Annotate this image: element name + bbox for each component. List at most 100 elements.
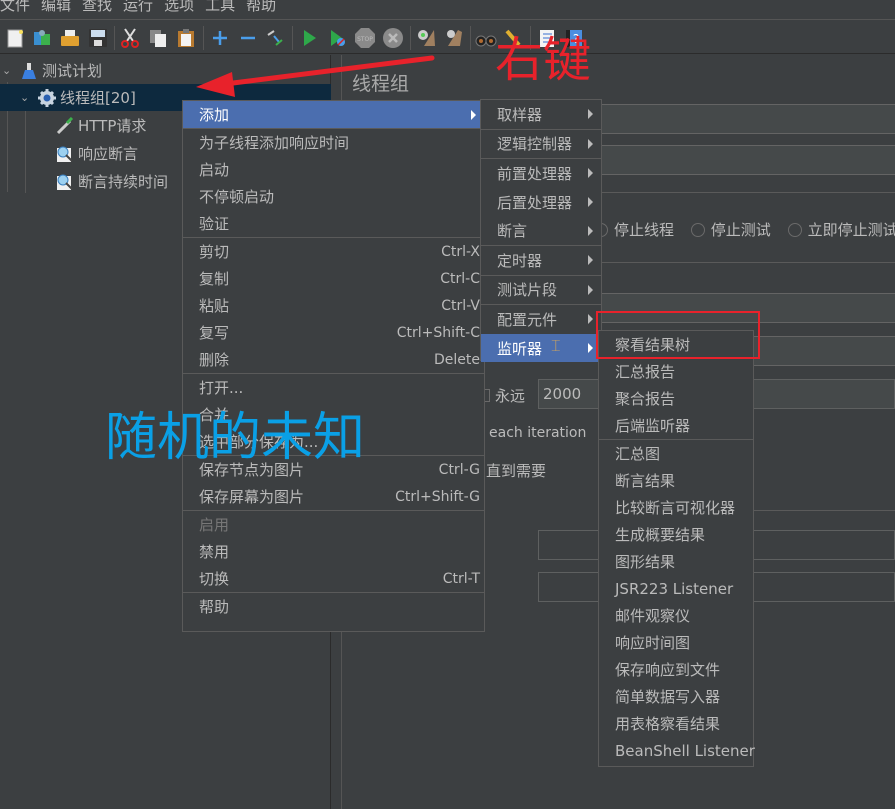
menu-item-shortcut: Ctrl+Shift-G [395, 488, 480, 505]
clear-icon[interactable] [415, 27, 437, 49]
tree-item-test-plan[interactable]: ⌄ 测试计划 [2, 57, 102, 84]
listener-menu-item[interactable]: 图形结果 [599, 548, 753, 575]
menu-item-label: 响应时间图 [615, 634, 691, 652]
add-submenu-item[interactable]: 监听器 [481, 333, 601, 363]
menu-item-label: 复写 [199, 324, 230, 342]
add-submenu-item[interactable]: 测试片段 [481, 276, 601, 305]
save-icon[interactable] [87, 27, 109, 49]
listener-menu-item[interactable]: 邮件观察仪 [599, 602, 753, 629]
menu-run[interactable]: 运行 [123, 0, 153, 13]
context-menu-item[interactable]: 粘贴 Ctrl-V [183, 292, 484, 319]
toggle-icon[interactable] [264, 27, 286, 49]
collapse-icon[interactable] [237, 27, 259, 49]
add-submenu-item[interactable]: 逻辑控制器 [481, 130, 601, 159]
svg-text:STOP: STOP [357, 36, 373, 43]
expand-icon[interactable] [209, 27, 231, 49]
start-icon[interactable] [298, 27, 320, 49]
forever-checkbox-row[interactable]: 永远 [484, 385, 525, 406]
add-submenu-item[interactable]: 定时器 [481, 246, 601, 275]
menu-item-label: 取样器 [497, 105, 543, 124]
listener-menu-item[interactable]: 断言结果 [599, 467, 753, 494]
tree-item-label: 测试计划 [42, 62, 103, 80]
text-cursor-icon: ⌶ [551, 336, 561, 355]
add-submenu-item[interactable]: 断言 [481, 216, 601, 245]
menu-item-label: 简单数据写入器 [615, 688, 721, 706]
context-menu-item[interactable]: 保存屏幕为图片 Ctrl+Shift-G [183, 483, 484, 510]
chevron-down-icon[interactable]: ⌄ [20, 91, 32, 104]
copy-icon[interactable] [147, 27, 169, 49]
context-menu-item[interactable]: 添加 [183, 101, 484, 128]
new-icon[interactable] [4, 27, 26, 49]
context-menu-item[interactable]: 启动 [183, 156, 484, 183]
listener-menu-item[interactable]: 简单数据写入器 [599, 683, 753, 710]
chevron-down-icon[interactable]: ⌄ [2, 64, 14, 77]
listener-menu-item[interactable]: 保存响应到文件 [599, 656, 753, 683]
add-submenu-item[interactable]: 取样器 [481, 100, 601, 129]
add-submenu-item[interactable]: 配置元件 [481, 305, 601, 334]
tree-item-response-assertion[interactable]: 响应断言 [56, 140, 138, 167]
toolbar: STOP ? [0, 20, 895, 54]
menu-help[interactable]: 帮助 [246, 0, 276, 13]
loop-count-value: 2000 [543, 385, 582, 403]
listener-menu-item[interactable]: 比较断言可视化器 [599, 494, 753, 521]
context-menu-item[interactable]: 切换 Ctrl-T [183, 565, 484, 592]
annotation-highlight-box [596, 311, 760, 359]
menu-item-label: 粘贴 [199, 297, 230, 315]
menu-search[interactable]: 查找 [82, 0, 112, 13]
clear-all-icon[interactable] [443, 27, 465, 49]
paste-icon[interactable] [175, 27, 197, 49]
context-menu: 添加 为子线程添加响应时间 启动 不停顿启动 验证 剪切 Ctrl-X 复制 Ctrl-C 粘贴 C… [182, 100, 485, 632]
menu-item-label: 添加 [199, 106, 230, 124]
listener-menu-item[interactable]: 聚合报告 [599, 385, 753, 412]
context-menu-item: 启用 [183, 511, 484, 538]
context-menu-item[interactable]: 复写 Ctrl+Shift-C [183, 319, 484, 346]
listener-menu-item[interactable]: 生成概要结果 [599, 521, 753, 548]
stop-icon[interactable]: STOP [354, 27, 376, 49]
context-menu-item[interactable]: 复制 Ctrl-C [183, 265, 484, 292]
context-menu-item[interactable]: 禁用 [183, 538, 484, 565]
menu-item-label: 切换 [199, 570, 230, 588]
shutdown-icon[interactable] [382, 27, 404, 49]
search-icon[interactable] [475, 27, 497, 49]
menu-tools[interactable]: 工具 [205, 0, 235, 13]
tree-item-duration-assertion[interactable]: 断言持续时间 [56, 168, 168, 195]
listener-menu-item[interactable]: 汇总报告 [599, 358, 753, 385]
listener-menu-item[interactable]: 后端监听器 [599, 412, 753, 439]
add-submenu-item[interactable]: 后置处理器 [481, 188, 601, 217]
context-menu-item[interactable]: 不停顿启动 [183, 183, 484, 210]
tree-item-label: 线程组[20] [60, 89, 136, 107]
context-menu-item[interactable]: 打开... [183, 374, 484, 401]
add-submenu-item[interactable]: 前置处理器 [481, 159, 601, 188]
radio-label: 立即停止测试 [807, 221, 895, 239]
submenu-arrow-icon [471, 109, 476, 120]
cut-icon[interactable] [119, 27, 141, 49]
menu-item-label: 后端监听器 [615, 417, 691, 435]
menu-edit[interactable]: 编辑 [41, 0, 71, 13]
menu-options[interactable]: 选项 [164, 0, 194, 13]
listener-menu-item[interactable]: JSR223 Listener [599, 575, 753, 602]
open-icon[interactable] [59, 27, 81, 49]
menu-item-label: 保存屏幕为图片 [199, 488, 305, 506]
start-no-pauses-icon[interactable] [326, 27, 348, 49]
context-menu-item[interactable]: 剪切 Ctrl-X [183, 238, 484, 265]
menu-item-label: 前置处理器 [497, 164, 573, 183]
context-menu-item[interactable]: 帮助 [183, 593, 484, 620]
tree-item-http-request[interactable]: HTTP请求 [56, 112, 146, 139]
menu-item-shortcut: Delete [434, 351, 480, 368]
listener-menu-item[interactable]: 响应时间图 [599, 629, 753, 656]
context-menu-item[interactable]: 验证 [183, 210, 484, 237]
menu-item-label: 生成概要结果 [615, 526, 706, 544]
context-menu-item[interactable]: 删除 Delete [183, 346, 484, 373]
radio-stop-test-now[interactable] [787, 223, 802, 237]
listener-menu-item[interactable]: BeanShell Listener [599, 737, 755, 764]
listener-menu-item[interactable]: 用表格察看结果 [599, 710, 753, 737]
menu-file[interactable]: 文件 [0, 0, 30, 13]
menu-item-shortcut: Ctrl-T [442, 570, 480, 587]
menu-item-label: 监听器 [497, 339, 543, 358]
radio-stop-test[interactable] [690, 223, 705, 237]
listener-menu-item[interactable]: 汇总图 [599, 440, 753, 467]
context-menu-item[interactable]: 为子线程添加响应时间 [183, 129, 484, 156]
toolbar-separator [203, 26, 204, 50]
menu-item-label: 汇总图 [615, 445, 661, 463]
templates-icon[interactable] [31, 27, 53, 49]
